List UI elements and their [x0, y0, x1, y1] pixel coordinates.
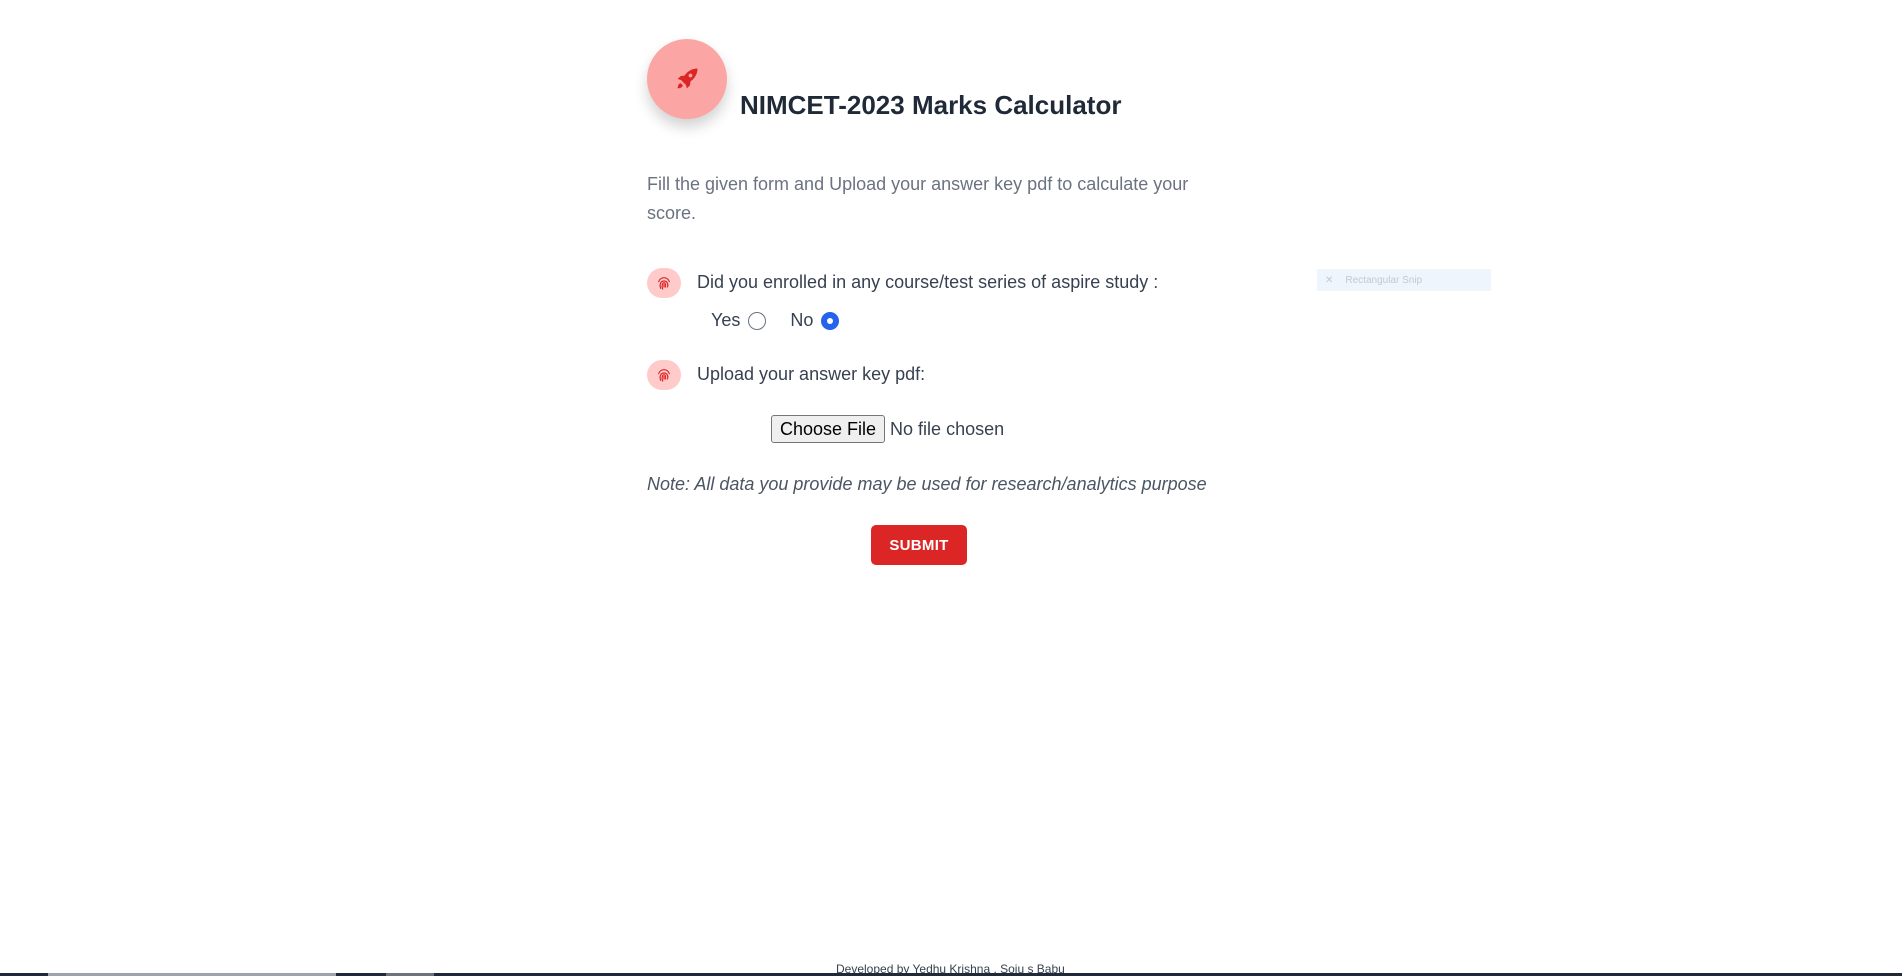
page-title: NIMCET-2023 Marks Calculator: [740, 90, 1122, 120]
page: NIMCET-2023 Marks Calculator Fill the gi…: [0, 0, 1902, 976]
radio-yes[interactable]: [748, 311, 767, 330]
choose-file-button[interactable]: Choose File: [771, 415, 886, 443]
file-status: No file chosen: [890, 418, 1005, 439]
intro-text: Fill the given form and Upload your answ…: [647, 174, 1189, 223]
enrolled-radio-group: Yes No: [711, 310, 840, 331]
submit-button[interactable]: SUBMIT: [871, 525, 967, 565]
rocket-icon: [677, 68, 698, 89]
rectangular-snip-overlay[interactable]: ✕ Rectangular Snip: [1317, 269, 1491, 291]
question1-badge: [647, 268, 681, 298]
question2-badge: [647, 360, 681, 390]
question1-label: Did you enrolled in any course/test seri…: [697, 272, 1159, 292]
note-text: Note: All data you provide may be used f…: [647, 474, 1207, 494]
snip-icon: ✕: [1325, 274, 1334, 286]
file-upload-field: Choose File No file chosen: [771, 415, 1004, 443]
question2-label: Upload your answer key pdf:: [697, 364, 926, 384]
snip-label: Rectangular Snip: [1345, 274, 1423, 286]
radio-no[interactable]: [821, 311, 840, 330]
fingerprint-icon: [658, 277, 670, 290]
fingerprint-icon: [658, 369, 670, 382]
logo-badge: [647, 39, 727, 119]
radio-no-label[interactable]: No: [790, 310, 813, 331]
radio-yes-label[interactable]: Yes: [711, 310, 740, 331]
